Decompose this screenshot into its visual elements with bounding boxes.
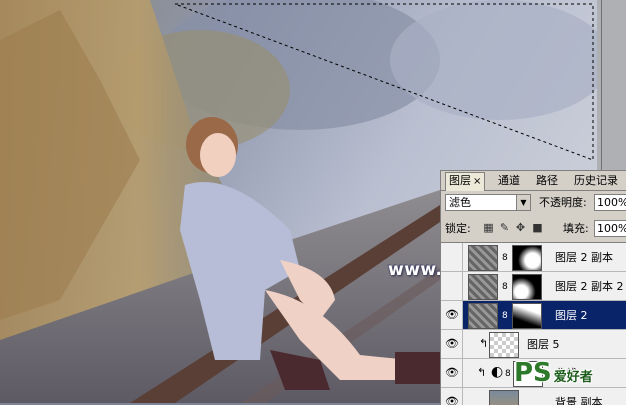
lock-icon[interactable]: ■	[532, 222, 543, 233]
visibility-toggle[interactable]: 👁	[441, 388, 463, 405]
opacity-value: 100%	[597, 196, 626, 209]
link-icon: 8	[505, 369, 511, 379]
layer-mask-thumbnail	[512, 274, 542, 300]
tab-paths-label: 路径	[536, 174, 558, 187]
layer-mask-thumbnail	[512, 245, 542, 271]
layer-row[interactable]: 👁 背景 副本	[441, 388, 626, 405]
lock-fill-row: 锁定: ▦ ✎ ✥ ■ 填充: 100%	[441, 219, 626, 239]
fill-value: 100%	[597, 222, 626, 235]
tab-paths[interactable]: 路径	[533, 173, 561, 189]
tab-history[interactable]: 历史记录	[571, 173, 621, 189]
layer-row-selected[interactable]: 👁 8 图层 2	[441, 301, 626, 330]
visibility-toggle[interactable]	[441, 272, 463, 300]
opacity-label: 不透明度:	[539, 196, 587, 209]
layer-mask-thumbnail	[512, 303, 542, 329]
logo-text: PS	[514, 358, 552, 388]
visibility-toggle[interactable]: 👁	[441, 330, 463, 358]
layer-thumbnail	[489, 332, 519, 358]
layer-name: 图层 5	[527, 338, 560, 351]
brush-icon[interactable]: ✎	[499, 222, 510, 233]
panel-tabs: 图层 × 通道 路径 历史记录	[441, 171, 626, 191]
tab-channels[interactable]: 通道	[495, 173, 523, 189]
layer-thumbnail	[468, 274, 498, 300]
lock-transparent-icon[interactable]: ▦	[483, 222, 494, 233]
logo-subtext: 爱好者	[553, 370, 593, 385]
clipping-mask-icon: ↰	[477, 366, 487, 379]
layer-thumbnail	[468, 245, 498, 271]
layer-row[interactable]: 8 图层 2 副本	[441, 243, 626, 272]
opacity-input[interactable]: 100%	[594, 194, 626, 211]
eye-icon: 👁	[445, 366, 459, 379]
tab-channels-label: 通道	[498, 174, 520, 187]
visibility-toggle[interactable]	[441, 243, 463, 271]
chevron-down-icon[interactable]: ▼	[516, 195, 530, 210]
visibility-toggle[interactable]: 👁	[441, 359, 463, 387]
layer-name: 图层 2	[555, 309, 588, 322]
eye-icon: 👁	[445, 308, 459, 321]
clipping-mask-icon: ↰	[479, 337, 489, 350]
layer-row[interactable]: 8 图层 2 副本 2	[441, 272, 626, 301]
tab-layers[interactable]: 图层 ×	[445, 172, 486, 191]
close-icon[interactable]: ×	[473, 176, 481, 187]
eye-icon: 👁	[445, 337, 459, 350]
blend-opacity-row: 滤色 ▼ 不透明度: 100%	[441, 193, 626, 213]
tab-history-label: 历史记录	[574, 174, 618, 187]
layer-name: 图层 2 副本 2	[555, 280, 624, 293]
layer-name: 图层 2 副本	[555, 251, 613, 264]
tab-layers-label: 图层	[449, 174, 471, 187]
eye-icon: 👁	[445, 395, 459, 405]
blend-mode-value: 滤色	[449, 196, 471, 209]
layer-row[interactable]: 👁 ↰ 图层 5	[441, 330, 626, 359]
layer-thumbnail	[468, 303, 498, 329]
lock-label: 锁定:	[445, 222, 471, 235]
adjustment-layer-icon: ◐	[491, 364, 504, 380]
site-logo: PS 爱好者	[514, 358, 593, 388]
visibility-toggle[interactable]: 👁	[441, 301, 463, 329]
fill-input[interactable]: 100%	[594, 220, 626, 237]
blend-mode-select[interactable]: 滤色 ▼	[445, 194, 531, 211]
layer-name: 背景 副本	[555, 396, 603, 405]
fill-label: 填充:	[563, 222, 589, 235]
link-icon: 8	[502, 253, 508, 263]
link-icon: 8	[502, 282, 508, 292]
move-icon[interactable]: ✥	[515, 222, 526, 233]
link-icon: 8	[502, 311, 508, 321]
